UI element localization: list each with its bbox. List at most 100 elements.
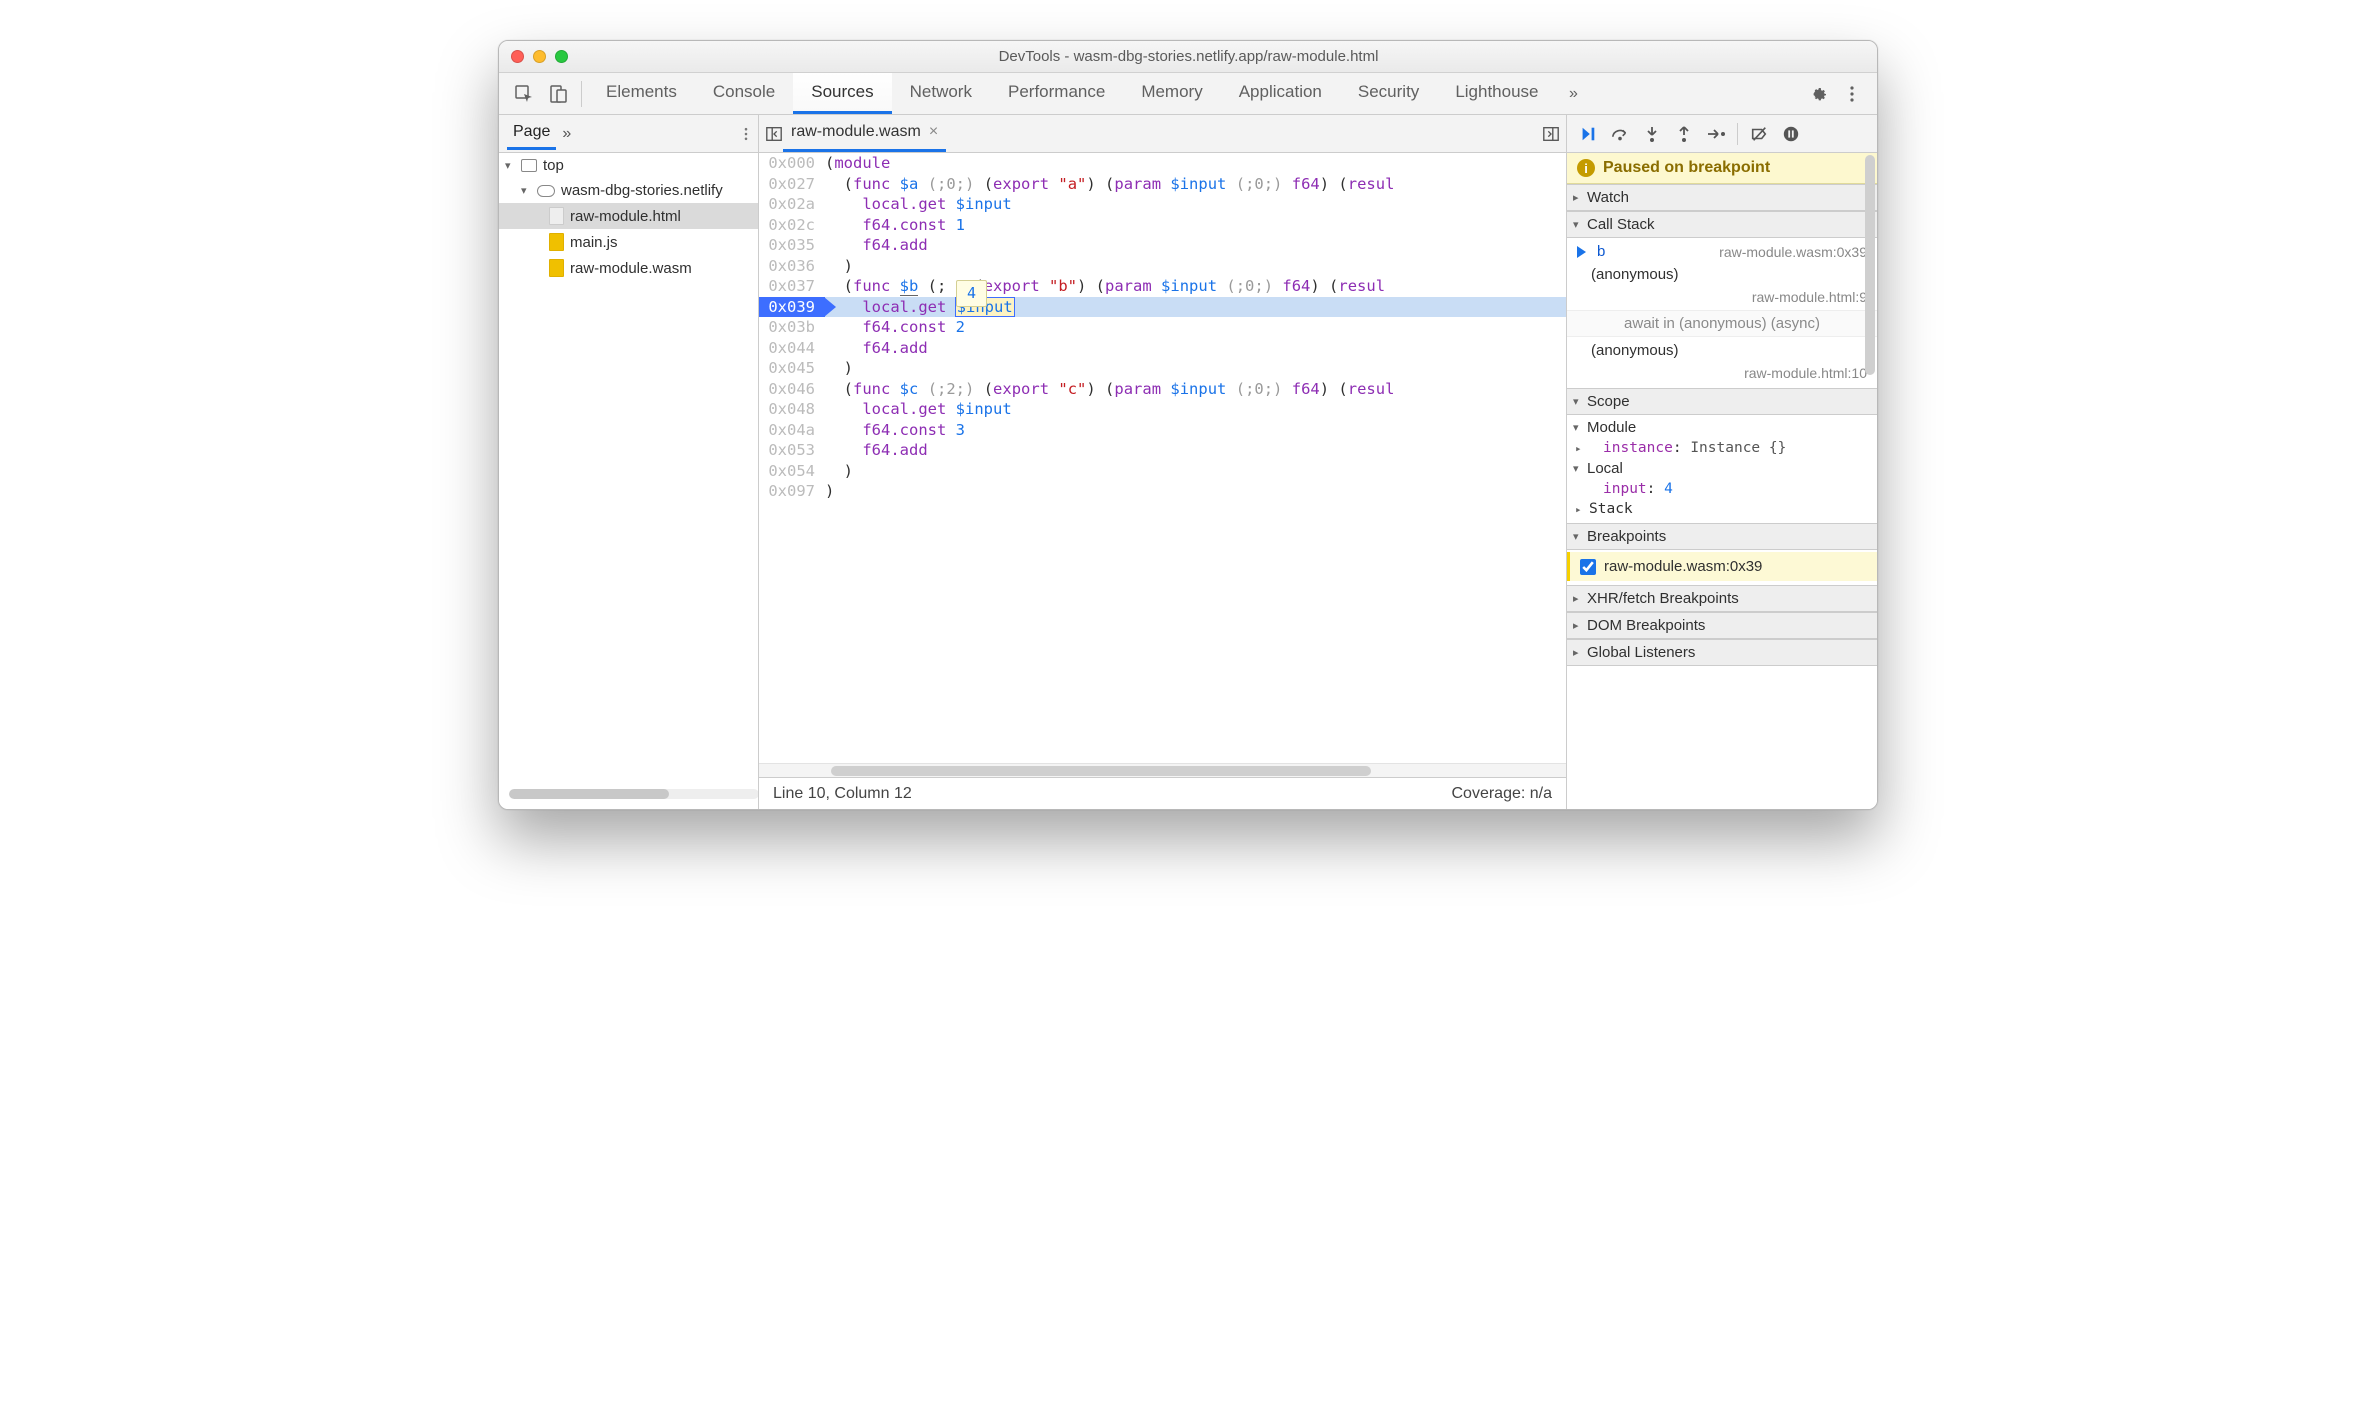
callstack-frame[interactable]: (anonymous) xyxy=(1567,263,1877,286)
breakpoint-row[interactable]: raw-module.wasm:0x39 xyxy=(1567,552,1877,581)
gutter-address[interactable]: 0x035 xyxy=(759,235,825,256)
tab-performance[interactable]: Performance xyxy=(990,73,1123,114)
code-editor[interactable]: 0x000(module0x027 (func $a (;0;) (export… xyxy=(759,153,1566,763)
gutter-address[interactable]: 0x048 xyxy=(759,399,825,420)
close-file-tab-icon[interactable]: × xyxy=(929,123,938,141)
maximize-window-button[interactable] xyxy=(555,50,568,63)
gutter-address[interactable]: 0x039 xyxy=(759,297,825,318)
debugger-controls xyxy=(1567,115,1877,152)
gutter-address[interactable]: 0x02a xyxy=(759,194,825,215)
deactivate-breakpoints-icon[interactable] xyxy=(1744,119,1774,149)
file-tab-active[interactable]: raw-module.wasm × xyxy=(783,115,946,152)
code-line[interactable]: 0x097) xyxy=(759,481,1566,502)
callstack-loc[interactable]: raw-module.html:9 xyxy=(1567,286,1877,308)
step-into-icon[interactable] xyxy=(1637,119,1667,149)
step-icon[interactable] xyxy=(1701,119,1731,149)
code-line[interactable]: 0x044 f64.add xyxy=(759,338,1566,359)
scope-module-instance[interactable]: instance: Instance {} xyxy=(1567,438,1877,458)
gutter-address[interactable]: 0x037 xyxy=(759,276,825,297)
inspect-element-icon[interactable] xyxy=(507,77,541,111)
gutter-address[interactable]: 0x036 xyxy=(759,256,825,277)
file-main.js[interactable]: main.js xyxy=(499,229,758,255)
tab-lighthouse[interactable]: Lighthouse xyxy=(1437,73,1556,114)
callstack-frame[interactable]: (anonymous) xyxy=(1567,339,1877,362)
code-line[interactable]: 0x027 (func $a (;0;) (export "a") (param… xyxy=(759,174,1566,195)
device-toolbar-icon[interactable] xyxy=(541,77,575,111)
code-line[interactable]: 0x037 (func $b (; (export "b") (param $i… xyxy=(759,276,1566,297)
tab-application[interactable]: Application xyxy=(1221,73,1340,114)
code-line[interactable]: 0x036 ) xyxy=(759,256,1566,277)
gutter-address[interactable]: 0x045 xyxy=(759,358,825,379)
pause-on-exceptions-icon[interactable] xyxy=(1776,119,1806,149)
scope-stack[interactable]: Stack xyxy=(1567,499,1877,519)
code-line[interactable]: 0x000(module xyxy=(759,153,1566,174)
step-over-icon[interactable] xyxy=(1605,119,1635,149)
scope-local[interactable]: Local xyxy=(1567,458,1877,479)
breakpoint-checkbox[interactable] xyxy=(1580,559,1596,575)
file-icon xyxy=(549,259,564,277)
section-watch[interactable]: Watch xyxy=(1567,184,1877,211)
gutter-address[interactable]: 0x097 xyxy=(759,481,825,502)
breakpoint-label: raw-module.wasm:0x39 xyxy=(1604,558,1762,575)
code-line[interactable]: 0x053 f64.add xyxy=(759,440,1566,461)
gutter-address[interactable]: 0x044 xyxy=(759,338,825,359)
tab-memory[interactable]: Memory xyxy=(1123,73,1220,114)
section-xhr[interactable]: XHR/fetch Breakpoints xyxy=(1567,585,1877,612)
navigator-more-icon[interactable]: » xyxy=(562,125,571,143)
cloud-icon xyxy=(537,185,555,197)
gutter-address[interactable]: 0x054 xyxy=(759,461,825,482)
debugger-panel: i Paused on breakpoint Watch Call Stack … xyxy=(1567,153,1877,809)
window-icon xyxy=(521,159,537,172)
code-line[interactable]: 0x039 local.get $input xyxy=(759,297,1566,318)
file-icon xyxy=(549,207,564,225)
code-line[interactable]: 0x046 (func $c (;2;) (export "c") (param… xyxy=(759,379,1566,400)
kebab-menu-icon[interactable] xyxy=(1835,77,1869,111)
minimize-window-button[interactable] xyxy=(533,50,546,63)
tab-elements[interactable]: Elements xyxy=(588,73,695,114)
section-dom[interactable]: DOM Breakpoints xyxy=(1567,612,1877,639)
navigator-menu-icon[interactable] xyxy=(738,126,754,142)
editor-scrollbar[interactable] xyxy=(759,763,1566,777)
tree-origin[interactable]: ▾ wasm-dbg-stories.netlify xyxy=(499,178,758,203)
section-breakpoints[interactable]: Breakpoints xyxy=(1567,523,1877,550)
code-line[interactable]: 0x03b f64.const 2 xyxy=(759,317,1566,338)
gutter-address[interactable]: 0x027 xyxy=(759,174,825,195)
tab-sources[interactable]: Sources xyxy=(793,73,891,114)
code-line[interactable]: 0x054 ) xyxy=(759,461,1566,482)
navigator-scrollbar[interactable] xyxy=(509,789,759,799)
code-line[interactable]: 0x02c f64.const 1 xyxy=(759,215,1566,236)
resume-icon[interactable] xyxy=(1573,119,1603,149)
toggle-debugger-icon[interactable] xyxy=(1542,125,1560,143)
section-global[interactable]: Global Listeners xyxy=(1567,639,1877,666)
tab-network[interactable]: Network xyxy=(892,73,990,114)
section-callstack[interactable]: Call Stack xyxy=(1567,211,1877,238)
step-out-icon[interactable] xyxy=(1669,119,1699,149)
code-line[interactable]: 0x045 ) xyxy=(759,358,1566,379)
gutter-address[interactable]: 0x046 xyxy=(759,379,825,400)
scope-local-input[interactable]: input: 4 xyxy=(1567,479,1877,499)
gutter-address[interactable]: 0x000 xyxy=(759,153,825,174)
gutter-address[interactable]: 0x02c xyxy=(759,215,825,236)
code-line[interactable]: 0x048 local.get $input xyxy=(759,399,1566,420)
section-scope[interactable]: Scope xyxy=(1567,388,1877,415)
file-raw-module.html[interactable]: raw-module.html xyxy=(499,203,758,229)
tab-console[interactable]: Console xyxy=(695,73,793,114)
scope-module[interactable]: Module xyxy=(1567,417,1877,438)
code-line[interactable]: 0x02a local.get $input xyxy=(759,194,1566,215)
gutter-address[interactable]: 0x04a xyxy=(759,420,825,441)
file-raw-module.wasm[interactable]: raw-module.wasm xyxy=(499,255,758,281)
close-window-button[interactable] xyxy=(511,50,524,63)
toggle-navigator-icon[interactable] xyxy=(765,125,783,143)
gutter-address[interactable]: 0x053 xyxy=(759,440,825,461)
callstack-frame[interactable]: braw-module.wasm:0x39 xyxy=(1567,240,1877,263)
code-line[interactable]: 0x04a f64.const 3 xyxy=(759,420,1566,441)
gutter-address[interactable]: 0x03b xyxy=(759,317,825,338)
settings-icon[interactable] xyxy=(1801,77,1835,111)
more-tabs-icon[interactable]: » xyxy=(1557,77,1591,111)
debugger-scrollbar[interactable] xyxy=(1865,155,1875,807)
code-line[interactable]: 0x035 f64.add xyxy=(759,235,1566,256)
callstack-loc[interactable]: raw-module.html:10 xyxy=(1567,362,1877,384)
tree-top[interactable]: ▾ top xyxy=(499,153,758,178)
navigator-tab-page[interactable]: Page xyxy=(507,117,556,150)
tab-security[interactable]: Security xyxy=(1340,73,1437,114)
